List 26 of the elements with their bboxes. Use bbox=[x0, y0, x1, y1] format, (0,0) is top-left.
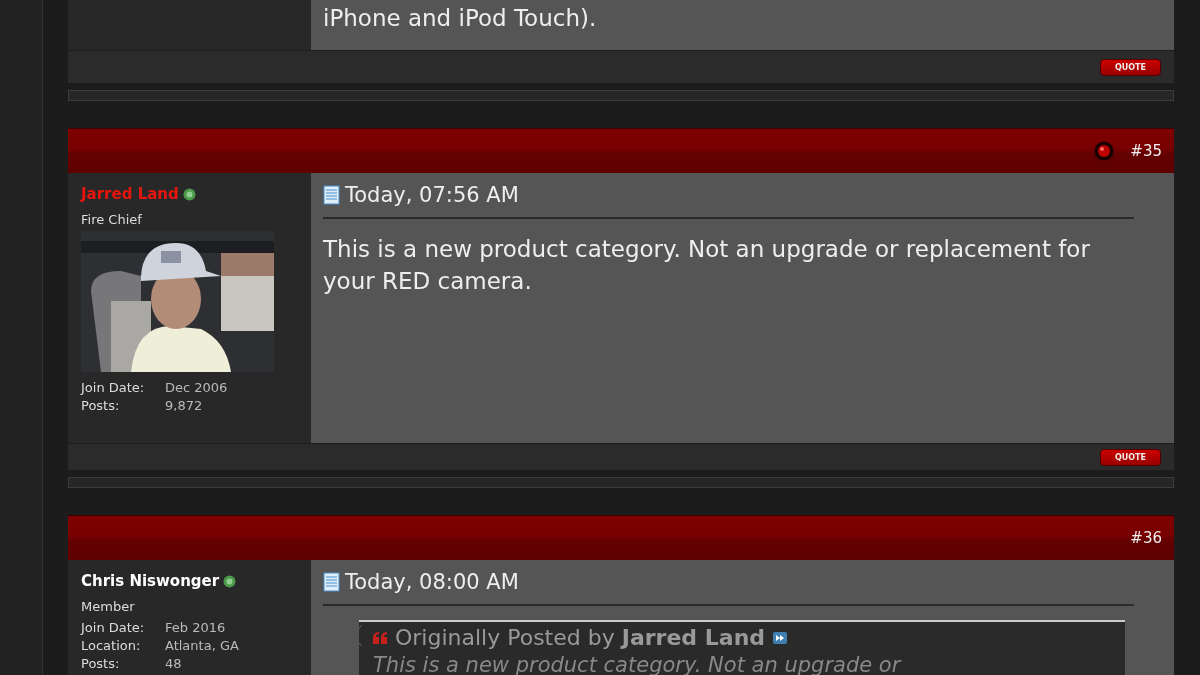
info-value: 48 bbox=[165, 656, 183, 671]
post-text: iPhone and iPod Touch). bbox=[323, 4, 598, 33]
quote-mark-icon bbox=[373, 632, 387, 644]
post-number[interactable]: #36 bbox=[1130, 529, 1162, 547]
info-value: Dec 2006 bbox=[165, 380, 229, 395]
user-rank: Fire Chief bbox=[81, 212, 143, 227]
username-link[interactable]: Chris Niswonger bbox=[81, 572, 220, 590]
post-number[interactable]: #35 bbox=[1130, 142, 1162, 160]
info-label: Posts: bbox=[81, 656, 121, 671]
quote-button[interactable]: QUOTE bbox=[1100, 58, 1161, 76]
document-icon bbox=[323, 572, 340, 592]
info-label: Join Date: bbox=[81, 380, 146, 395]
post-text: This is a new product category. Not an upgrade or replacement for your RED camera. bbox=[323, 235, 1091, 296]
user-rank: Member bbox=[81, 599, 136, 614]
post-date: Today, 07:56 AM bbox=[345, 183, 519, 207]
info-label: Location: bbox=[81, 638, 142, 653]
info-value: 9,872 bbox=[165, 398, 204, 413]
document-icon bbox=[323, 185, 340, 205]
quote-button[interactable]: QUOTE bbox=[1100, 448, 1161, 466]
info-value: Feb 2016 bbox=[165, 620, 227, 635]
view-post-icon[interactable] bbox=[773, 632, 788, 644]
info-value: Atlanta, GA bbox=[165, 638, 240, 653]
quote-attribution: Originally Posted by Jarred Land bbox=[395, 624, 766, 652]
info-label: Join Date: bbox=[81, 620, 146, 635]
post-date: Today, 08:00 AM bbox=[345, 570, 519, 594]
info-label: Posts: bbox=[81, 398, 121, 413]
